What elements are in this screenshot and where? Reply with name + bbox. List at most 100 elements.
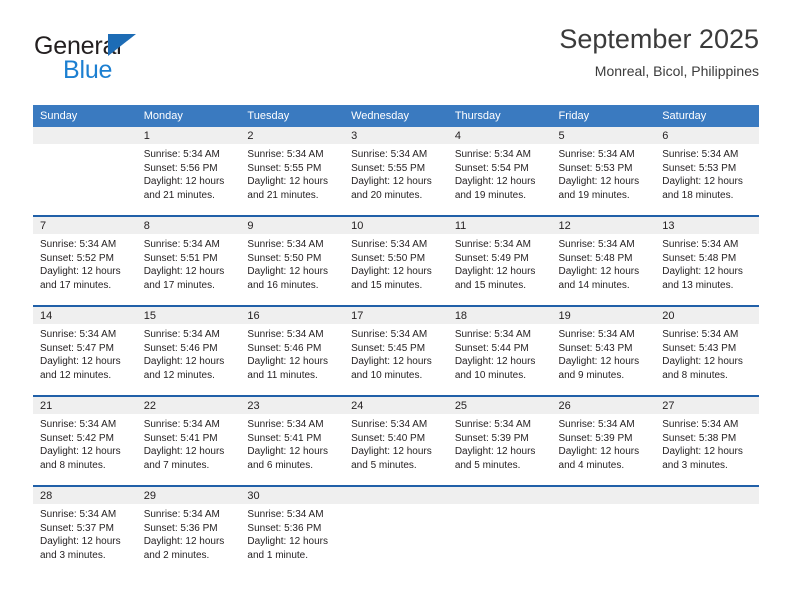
day-cell-details: Sunrise: 5:34 AM Sunset: 5:51 PM Daylight:… [137, 234, 241, 292]
calendar-day-cell[interactable]: 27 Sunrise: 5:34 AM Sunset: 5:38 PM Dayligh… [655, 395, 759, 486]
sunrise-text: Sunrise: 5:34 AM [558, 149, 635, 160]
sunset-text: Sunset: 5:56 PM [143, 162, 218, 174]
sunrise-text: Sunrise: 5:34 AM [143, 329, 220, 340]
day-cell-inner: 16 Sunrise: 5:34 AM Sunset: 5:46 PM Dayligh… [240, 307, 345, 395]
day-cell-inner: 29 Sunrise: 5:34 AM Sunset: 5:36 PM Dayligh… [136, 487, 241, 575]
calendar-day-cell[interactable]: 8 Sunrise: 5:34 AM Sunset: 5:51 PM Daylight… [136, 215, 241, 306]
day-cell-inner [344, 487, 448, 575]
sunset-text: Sunset: 5:49 PM [454, 252, 529, 264]
day-number [655, 487, 759, 504]
day-cell-details: Sunrise: 5:34 AM Sunset: 5:50 PM Daylight:… [344, 234, 448, 292]
calendar-day-cell[interactable]: 23 Sunrise: 5:34 AM Sunset: 5:41 PM Dayligh… [240, 395, 345, 486]
sunrise-text: Sunrise: 5:34 AM [351, 149, 428, 160]
calendar-day-cell[interactable]: 11 Sunrise: 5:34 AM Sunset: 5:49 PM Dayligh… [447, 215, 552, 306]
daylight-text: Daylight: 12 hours and 5 minutes. [351, 446, 432, 471]
daylight-text: Daylight: 12 hours and 6 minutes. [247, 446, 329, 471]
day-number: 30 [240, 487, 345, 504]
calendar-day-cell[interactable]: 24 Sunrise: 5:34 AM Sunset: 5:40 PM Dayligh… [344, 395, 448, 486]
day-cell-inner: 22 Sunrise: 5:34 AM Sunset: 5:41 PM Dayligh… [136, 397, 241, 485]
day-number [447, 487, 552, 504]
calendar-day-cell[interactable]: 14 Sunrise: 5:34 AM Sunset: 5:47 PM Dayligh… [33, 305, 137, 396]
day-number: 17 [344, 307, 448, 324]
day-number: 20 [655, 307, 759, 324]
calendar-day-cell-empty[interactable] [344, 485, 448, 575]
calendar-day-cell[interactable]: 5 Sunrise: 5:34 AM Sunset: 5:53 PM Daylight… [551, 127, 656, 216]
daylight-text: Daylight: 12 hours and 11 minutes. [247, 356, 329, 381]
day-cell-details: Sunrise: 5:34 AM Sunset: 5:46 PM Daylight:… [240, 324, 344, 382]
sunset-text: Sunset: 5:41 PM [247, 432, 322, 444]
calendar-day-cell[interactable]: 10 Sunrise: 5:34 AM Sunset: 5:50 PM Dayligh… [344, 215, 448, 306]
sunrise-text: Sunrise: 5:34 AM [454, 419, 531, 430]
calendar-day-cell[interactable]: 29 Sunrise: 5:34 AM Sunset: 5:36 PM Dayligh… [136, 485, 241, 575]
day-number: 26 [551, 397, 656, 414]
calendar-day-cell[interactable]: 16 Sunrise: 5:34 AM Sunset: 5:46 PM Dayligh… [240, 305, 345, 396]
daylight-text: Daylight: 12 hours and 10 minutes. [454, 356, 536, 381]
calendar-day-cell[interactable]: 21 Sunrise: 5:34 AM Sunset: 5:42 PM Dayligh… [33, 395, 137, 486]
day-cell-details: Sunrise: 5:34 AM Sunset: 5:52 PM Daylight:… [33, 234, 137, 292]
calendar-day-cell[interactable]: 18 Sunrise: 5:34 AM Sunset: 5:44 PM Dayligh… [447, 305, 552, 396]
sunrise-text: Sunrise: 5:34 AM [247, 239, 324, 250]
sunset-text: Sunset: 5:43 PM [558, 342, 633, 354]
sunrise-text: Sunrise: 5:34 AM [143, 509, 220, 520]
day-number: 21 [33, 397, 137, 414]
daylight-text: Daylight: 12 hours and 19 minutes. [558, 176, 640, 201]
calendar-day-cell-empty[interactable] [655, 485, 759, 575]
sunset-text: Sunset: 5:46 PM [143, 342, 218, 354]
day-cell-inner: 1 Sunrise: 5:34 AM Sunset: 5:56 PM Daylight… [136, 127, 241, 215]
day-cell-inner: 2 Sunrise: 5:34 AM Sunset: 5:55 PM Daylight… [240, 127, 345, 215]
calendar-day-cell[interactable]: 2 Sunrise: 5:34 AM Sunset: 5:55 PM Daylight… [240, 127, 345, 216]
calendar-day-cell[interactable]: 28 Sunrise: 5:34 AM Sunset: 5:37 PM Dayligh… [33, 485, 137, 575]
day-cell-inner: 30 Sunrise: 5:34 AM Sunset: 5:36 PM Dayligh… [240, 487, 345, 575]
day-cell-inner [551, 487, 656, 575]
weekday-header-wednesday: Wednesday [344, 105, 448, 127]
day-number: 5 [551, 127, 656, 144]
calendar-day-cell-empty[interactable] [447, 485, 552, 575]
calendar-day-cell[interactable]: 30 Sunrise: 5:34 AM Sunset: 5:36 PM Dayligh… [240, 485, 345, 575]
day-cell-inner: 18 Sunrise: 5:34 AM Sunset: 5:44 PM Dayligh… [447, 307, 552, 395]
day-cell-inner: 27 Sunrise: 5:34 AM Sunset: 5:38 PM Dayligh… [655, 397, 759, 485]
calendar-day-cell[interactable]: 1 Sunrise: 5:34 AM Sunset: 5:56 PM Daylight… [136, 127, 241, 216]
day-cell-details: Sunrise: 5:34 AM Sunset: 5:48 PM Daylight:… [655, 234, 759, 292]
calendar-day-cell[interactable]: 12 Sunrise: 5:34 AM Sunset: 5:48 PM Dayligh… [551, 215, 656, 306]
day-cell-details: Sunrise: 5:34 AM Sunset: 5:41 PM Daylight:… [240, 414, 344, 472]
day-cell-details: Sunrise: 5:34 AM Sunset: 5:55 PM Daylight:… [344, 144, 448, 202]
calendar-day-cell[interactable]: 17 Sunrise: 5:34 AM Sunset: 5:45 PM Dayligh… [344, 305, 448, 396]
calendar-day-cell[interactable]: 26 Sunrise: 5:34 AM Sunset: 5:39 PM Dayligh… [551, 395, 656, 486]
calendar-day-cell[interactable]: 13 Sunrise: 5:34 AM Sunset: 5:48 PM Dayligh… [655, 215, 759, 306]
day-cell-details: Sunrise: 5:34 AM Sunset: 5:56 PM Daylight:… [137, 144, 241, 202]
day-number: 14 [33, 307, 137, 324]
calendar-day-cell-empty[interactable] [33, 127, 137, 216]
sunrise-text: Sunrise: 5:34 AM [40, 329, 117, 340]
day-cell-details: Sunrise: 5:34 AM Sunset: 5:37 PM Daylight:… [33, 504, 137, 562]
calendar-day-cell[interactable]: 15 Sunrise: 5:34 AM Sunset: 5:46 PM Dayligh… [136, 305, 241, 396]
calendar-day-cell[interactable]: 19 Sunrise: 5:34 AM Sunset: 5:43 PM Dayligh… [551, 305, 656, 396]
calendar-day-cell[interactable]: 4 Sunrise: 5:34 AM Sunset: 5:54 PM Daylight… [447, 127, 552, 216]
calendar-day-cell[interactable]: 3 Sunrise: 5:34 AM Sunset: 5:55 PM Daylight… [344, 127, 448, 216]
day-cell-inner: 12 Sunrise: 5:34 AM Sunset: 5:48 PM Dayligh… [551, 217, 656, 305]
daylight-text: Daylight: 12 hours and 1 minute. [247, 536, 329, 561]
sunset-text: Sunset: 5:45 PM [351, 342, 426, 354]
daylight-text: Daylight: 12 hours and 12 minutes. [40, 356, 121, 381]
daylight-text: Daylight: 12 hours and 17 minutes. [40, 266, 121, 291]
sunrise-text: Sunrise: 5:34 AM [662, 419, 739, 430]
calendar-day-cell[interactable]: 25 Sunrise: 5:34 AM Sunset: 5:39 PM Dayligh… [447, 395, 552, 486]
calendar-day-cell[interactable]: 20 Sunrise: 5:34 AM Sunset: 5:43 PM Dayligh… [655, 305, 759, 396]
daylight-text: Daylight: 12 hours and 15 minutes. [454, 266, 536, 291]
sunrise-text: Sunrise: 5:34 AM [351, 419, 428, 430]
calendar-day-cell-empty[interactable] [551, 485, 656, 575]
sunset-text: Sunset: 5:40 PM [351, 432, 426, 444]
daylight-text: Daylight: 12 hours and 18 minutes. [662, 176, 743, 201]
day-cell-inner: 26 Sunrise: 5:34 AM Sunset: 5:39 PM Dayligh… [551, 397, 656, 485]
weekday-header-friday: Friday [551, 105, 656, 127]
calendar-day-cell[interactable]: 22 Sunrise: 5:34 AM Sunset: 5:41 PM Dayligh… [136, 395, 241, 486]
day-number: 9 [240, 217, 345, 234]
general-blue-logo[interactable]: General Blue [33, 32, 263, 90]
calendar-week-row: 14 Sunrise: 5:34 AM Sunset: 5:47 PM Dayligh… [33, 305, 759, 396]
calendar-day-cell[interactable]: 9 Sunrise: 5:34 AM Sunset: 5:50 PM Daylight… [240, 215, 345, 306]
calendar-day-cell[interactable]: 7 Sunrise: 5:34 AM Sunset: 5:52 PM Daylight… [33, 215, 137, 306]
sunset-text: Sunset: 5:44 PM [454, 342, 529, 354]
day-number: 3 [344, 127, 448, 144]
day-cell-details: Sunrise: 5:34 AM Sunset: 5:53 PM Daylight:… [655, 144, 759, 202]
calendar-day-cell[interactable]: 6 Sunrise: 5:34 AM Sunset: 5:53 PM Daylight… [655, 127, 759, 216]
daylight-text: Daylight: 12 hours and 21 minutes. [247, 176, 329, 201]
